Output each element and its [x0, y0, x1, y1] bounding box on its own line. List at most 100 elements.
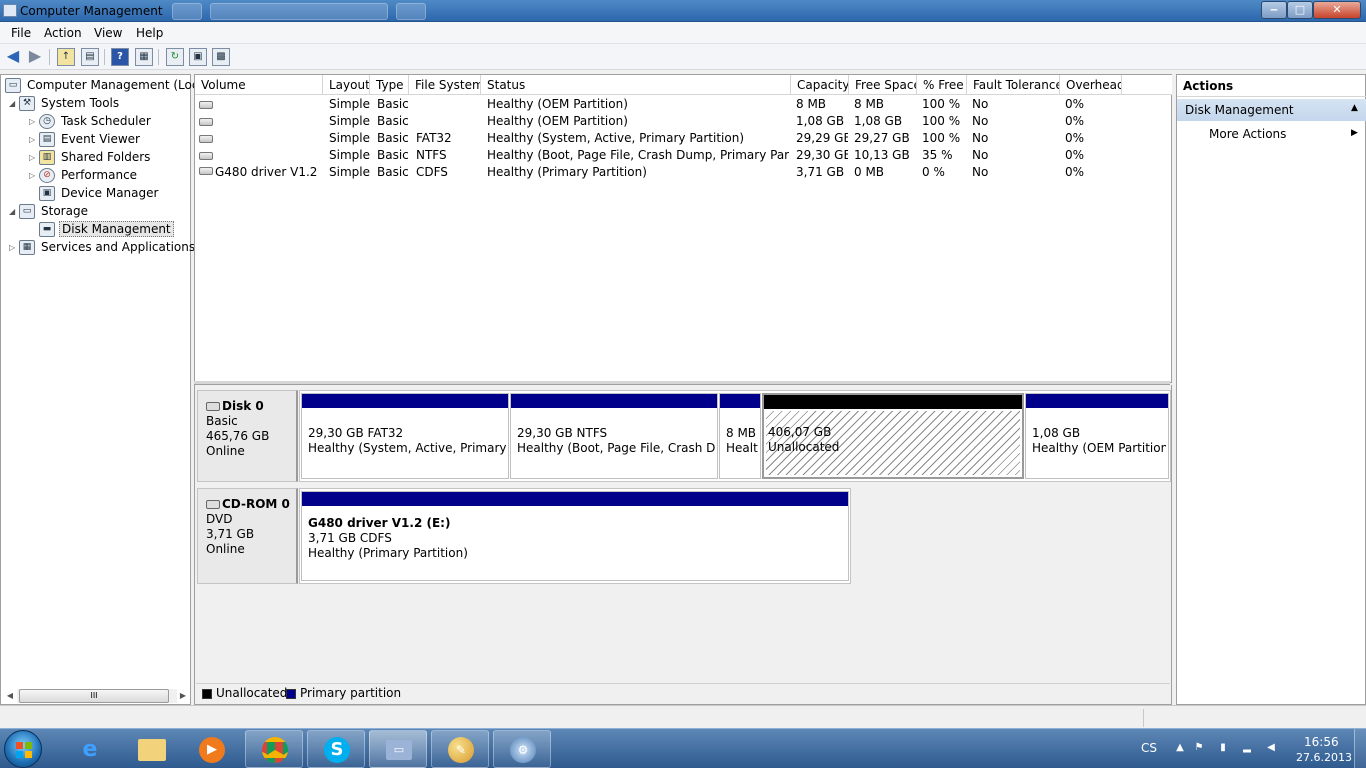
close-button[interactable]: ✕	[1313, 1, 1361, 19]
table-row[interactable]: Simple Basic NTFS Healthy (Boot, Page File,…	[195, 147, 1171, 164]
scroll-right-icon[interactable]: ▶	[178, 689, 188, 703]
collapse-icon[interactable]: ▷	[29, 135, 37, 144]
table-row[interactable]: Simple Basic Healthy (OEM Partition) 1,08 G…	[195, 113, 1171, 130]
scroll-left-icon[interactable]: ◀	[5, 689, 15, 703]
flag-icon[interactable]: ⚑	[1193, 742, 1205, 754]
up-folder-icon[interactable]: ↑	[57, 48, 75, 66]
toolbar: ◀ ▶ ↑ ▤ ? ▦ ↻ ▣ ▩	[0, 44, 1366, 70]
refresh-icon[interactable]: ↻	[166, 48, 184, 66]
tree-item-performance[interactable]: ▷ ⊘ Performance	[29, 167, 189, 185]
more-actions-label: More Actions	[1209, 127, 1287, 141]
tree-item-services-and-applications[interactable]: ▷ ▦ Services and Applications	[9, 239, 195, 257]
volume-icon[interactable]: ◀	[1265, 742, 1277, 754]
tree-item-event-viewer[interactable]: ▷ ▤ Event Viewer	[29, 131, 189, 149]
partition-ntfs[interactable]: 29,30 GB NTFS Healthy (Boot, Page File, C…	[510, 393, 718, 479]
taskbar-network[interactable]: ⚙	[493, 730, 551, 768]
partition-fat32[interactable]: 29,30 GB FAT32 Healthy (System, Active, P…	[301, 393, 509, 479]
taskbar-internet-explorer[interactable]: e	[60, 730, 118, 768]
column-header-fault-tolerance[interactable]: Fault Tolerance	[967, 75, 1060, 95]
menu-action[interactable]: Action	[44, 26, 82, 40]
clock-time[interactable]: 16:56	[1304, 735, 1339, 749]
tree-item-device-manager[interactable]: ▣ Device Manager	[29, 185, 189, 203]
tree-item-shared-folders[interactable]: ▷ ▥ Shared Folders	[29, 149, 189, 167]
minimize-button[interactable]: ‒	[1261, 1, 1287, 19]
partition-oem-1gb[interactable]: 1,08 GB Healthy (OEM Partition)	[1025, 393, 1169, 479]
column-header-overhead[interactable]: Overhead	[1060, 75, 1122, 95]
language-indicator[interactable]: CS	[1141, 741, 1157, 755]
tree-item-computer-management[interactable]: ▭ Computer Management (Local	[3, 77, 209, 95]
table-row[interactable]: Simple Basic Healthy (OEM Partition) 8 MB 8 …	[195, 96, 1171, 113]
clock-date[interactable]: 27.6.2013	[1296, 751, 1352, 764]
menu-view[interactable]: View	[94, 26, 122, 40]
collapse-icon[interactable]: ▷	[9, 243, 17, 252]
device-manager-icon: ▣	[39, 186, 55, 201]
cell-layout: Simple	[329, 97, 370, 111]
maximize-button[interactable]: □	[1287, 1, 1313, 19]
taskbar-skype[interactable]: S	[307, 730, 365, 768]
tree-item-disk-management[interactable]: ▬ Disk Management	[29, 221, 189, 239]
background-tab	[210, 3, 388, 20]
column-header-volume[interactable]: Volume	[195, 75, 323, 95]
tree-item-storage[interactable]: ◢ ▭ Storage	[9, 203, 189, 221]
disk-management-icon: ▬	[39, 222, 55, 237]
title-bar[interactable]: Computer Management ‒ □ ✕	[0, 0, 1366, 22]
cell-volume	[215, 96, 321, 113]
table-row[interactable]: G480 driver V1.2 (E:) Simple Basic CDFS Heal…	[195, 164, 1171, 181]
legend: Unallocated Primary partition	[196, 683, 1170, 703]
clock-icon: ◷	[39, 114, 55, 129]
shared-folder-icon: ▥	[39, 150, 55, 165]
column-header-percent-free[interactable]: % Free	[917, 75, 967, 95]
more-actions-item[interactable]: More Actions	[1209, 127, 1286, 141]
column-header-layout[interactable]: Layout	[323, 75, 370, 95]
settings-icon[interactable]: ▩	[212, 48, 230, 66]
collapse-icon[interactable]: ▷	[29, 153, 37, 162]
tree-item-task-scheduler[interactable]: ▷ ◷ Task Scheduler	[29, 113, 189, 131]
cdrom-0-info[interactable]: CD-ROM 0 DVD 3,71 GB Online	[197, 488, 298, 584]
collapse-up-icon[interactable]: ▲	[1351, 103, 1358, 113]
tree-horizontal-scrollbar[interactable]: ◀ III ▶	[5, 688, 188, 704]
tree-item-system-tools[interactable]: ◢ ⚒ System Tools	[9, 95, 189, 113]
column-header-free-space[interactable]: Free Space	[849, 75, 917, 95]
column-header-status[interactable]: Status	[481, 75, 791, 95]
cell-capacity: 8 MB	[796, 97, 827, 111]
taskbar-paint[interactable]: ✎	[431, 730, 489, 768]
help-icon[interactable]: ?	[111, 48, 129, 66]
actions-section-disk-management[interactable]: Disk Management ▲	[1177, 99, 1366, 121]
menu-help[interactable]: Help	[136, 26, 163, 40]
console-icon[interactable]: ▦	[135, 48, 153, 66]
taskbar-media-player[interactable]: ▶	[182, 730, 240, 768]
partition-unallocated[interactable]: 406,07 GB Unallocated	[762, 393, 1024, 479]
start-button[interactable]	[4, 730, 42, 768]
disk-name: CD-ROM 0	[222, 497, 290, 511]
column-header-capacity[interactable]: Capacity	[791, 75, 849, 95]
signal-icon[interactable]: ▂	[1241, 742, 1253, 754]
menu-bar: File Action View Help	[0, 22, 1366, 44]
disk-0-info[interactable]: Disk 0 Basic 465,76 GB Online	[197, 390, 298, 482]
show-hidden-icons-icon[interactable]: ▲	[1174, 742, 1186, 754]
show-desktop-button[interactable]	[1354, 729, 1366, 768]
collapse-icon[interactable]: ▷	[29, 171, 37, 180]
expand-icon[interactable]: ◢	[9, 207, 17, 216]
show-hide-tree-icon[interactable]: ▤	[81, 48, 99, 66]
file-explorer-icon	[138, 739, 166, 761]
partition-cdfs[interactable]: G480 driver V1.2 (E:) 3,71 GB CDFS Healthy…	[301, 491, 849, 581]
expand-icon[interactable]: ◢	[9, 99, 17, 108]
device-icon[interactable]: ▮	[1217, 742, 1229, 754]
services-icon: ▦	[19, 240, 35, 255]
collapse-icon[interactable]: ▷	[29, 117, 37, 126]
taskbar-chrome[interactable]	[245, 730, 303, 768]
table-row[interactable]: Simple Basic FAT32 Healthy (System, Active,…	[195, 130, 1171, 147]
back-icon[interactable]: ◀	[4, 48, 22, 66]
column-header-file-system[interactable]: File System	[409, 75, 481, 95]
column-header-type[interactable]: Type	[370, 75, 409, 95]
properties-icon[interactable]: ▣	[189, 48, 207, 66]
taskbar-computer-management[interactable]: ▭	[369, 730, 427, 768]
partition-oem-8mb[interactable]: 8 MB Healt	[719, 393, 761, 479]
menu-file[interactable]: File	[11, 26, 31, 40]
tools-icon: ⚒	[19, 96, 35, 111]
taskbar-file-explorer[interactable]	[121, 730, 179, 768]
partition-status: Healthy (Boot, Page File, Crash Dump	[517, 441, 715, 455]
forward-icon[interactable]: ▶	[26, 48, 44, 66]
scroll-thumb[interactable]: III	[19, 689, 169, 703]
skype-icon: S	[324, 737, 350, 763]
